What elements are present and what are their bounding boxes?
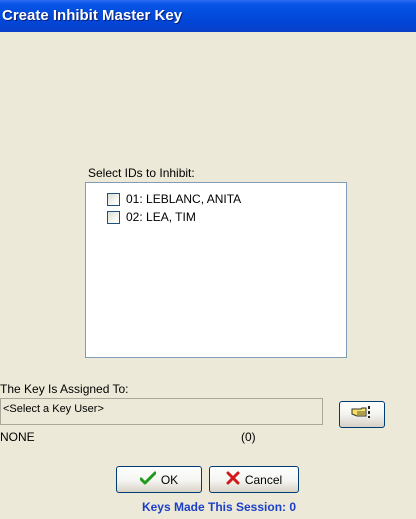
assigned-count: (0)	[241, 430, 256, 444]
id-checkbox[interactable]	[107, 192, 120, 206]
x-icon	[226, 471, 240, 488]
ok-label: OK	[160, 472, 179, 487]
list-item-label: 01: LEBLANC, ANITA	[126, 192, 242, 206]
dialog-window: Create Inhibit Master Key Select IDs to …	[0, 0, 416, 519]
ids-listbox[interactable]: 01: LEBLANC, ANITA 02: LEA, TIM	[85, 182, 347, 358]
session-status: Keys Made This Session: 0	[141, 500, 297, 514]
id-checkbox[interactable]	[107, 210, 120, 224]
pointing-hand-icon	[351, 404, 373, 425]
select-key-user-button[interactable]	[339, 401, 385, 428]
cancel-button[interactable]: Cancel	[209, 466, 299, 493]
list-item-label: 02: LEA, TIM	[126, 210, 196, 224]
assigned-name: NONE	[0, 430, 35, 444]
ok-button[interactable]: OK	[116, 466, 202, 493]
list-item[interactable]: 02: LEA, TIM	[107, 209, 196, 225]
list-item[interactable]: 01: LEBLANC, ANITA	[107, 191, 241, 207]
key-user-field: <Select a Key User>	[0, 398, 323, 425]
title-bar: Create Inhibit Master Key	[0, 0, 416, 32]
cancel-label: Cancel	[244, 472, 283, 487]
checkmark-icon	[139, 471, 157, 488]
assigned-to-label: The Key Is Assigned To:	[0, 382, 129, 396]
select-ids-label: Select IDs to Inhibit:	[88, 166, 195, 180]
